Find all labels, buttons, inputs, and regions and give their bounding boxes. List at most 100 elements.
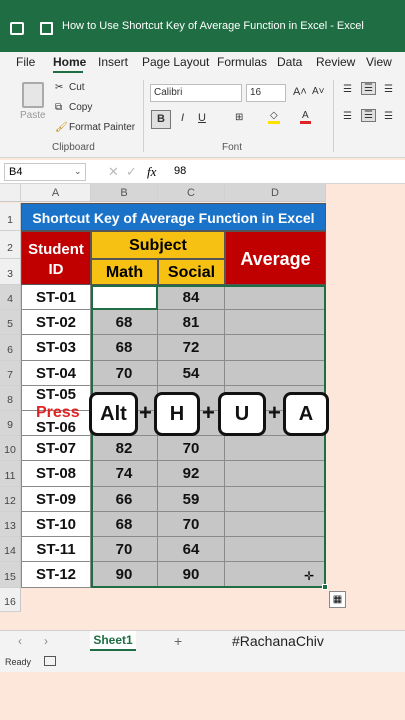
menu-home[interactable]: Home [53, 55, 86, 69]
row-header-7[interactable]: 7 [0, 361, 21, 386]
cell-average-8[interactable] [225, 461, 326, 487]
cell-student-8[interactable]: ST-08 [21, 461, 91, 487]
cell-social-4[interactable]: 54 [158, 361, 225, 386]
cell-math-2[interactable]: 68 [91, 310, 158, 335]
copy-button[interactable]: Copy [69, 102, 92, 113]
cell-average-1[interactable] [225, 285, 326, 310]
cell-social-8[interactable]: 92 [158, 461, 225, 487]
increase-font-icon[interactable]: A˄ [293, 86, 307, 98]
italic-button[interactable]: I [181, 112, 184, 124]
format-painter-icon[interactable]: 🖌 [55, 122, 68, 133]
cell-social-7[interactable]: 70 [158, 436, 225, 461]
row-header-3[interactable]: 3 [0, 259, 21, 285]
cell-average-10[interactable] [225, 512, 326, 537]
row-header-9[interactable]: 9 [0, 411, 21, 436]
cell-average-9[interactable] [225, 487, 326, 512]
select-all-corner[interactable] [0, 184, 21, 202]
cell-social-1[interactable]: 84 [158, 285, 225, 310]
cell-student-11[interactable]: ST-11 [21, 537, 91, 562]
font-color-icon[interactable]: A [300, 110, 311, 124]
quick-analysis-icon[interactable]: ▦ [329, 591, 346, 608]
prev-sheet-icon[interactable]: ‹ [18, 634, 22, 648]
cell-social-9[interactable]: 59 [158, 487, 225, 512]
cancel-icon[interactable]: ✕ [108, 164, 119, 180]
cell-math-3[interactable]: 68 [91, 335, 158, 361]
cell-average-7[interactable] [225, 436, 326, 461]
cell-social-2[interactable]: 81 [158, 310, 225, 335]
row-header-5[interactable]: 5 [0, 310, 21, 335]
row-header-1[interactable]: 1 [0, 203, 21, 231]
align-center-icon[interactable]: ☰ [361, 109, 376, 122]
cell-social-3[interactable]: 72 [158, 335, 225, 361]
decrease-font-icon[interactable]: A˅ [312, 86, 325, 97]
menu-view[interactable]: View [366, 55, 392, 69]
align-middle-icon[interactable]: ☰ [361, 82, 376, 95]
cut-button[interactable]: Cut [69, 82, 85, 93]
row-header-2[interactable]: 2 [0, 231, 21, 259]
menu-formulas[interactable]: Formulas [217, 55, 267, 69]
copy-icon[interactable]: ⧉ [55, 102, 62, 113]
cell-social-11[interactable]: 64 [158, 537, 225, 562]
column-header-c[interactable]: C [158, 184, 225, 202]
row-header-10[interactable]: 10 [0, 436, 21, 461]
bold-button[interactable]: B [151, 110, 171, 129]
cell-math-4[interactable]: 70 [91, 361, 158, 386]
menu-insert[interactable]: Insert [98, 55, 128, 69]
save-icon[interactable] [40, 22, 53, 35]
cell-student-4[interactable]: ST-04 [21, 361, 91, 386]
cell-math-12[interactable]: 90 [91, 562, 158, 588]
cell-student-1[interactable]: ST-01 [21, 285, 91, 310]
sheet-tab-sheet1[interactable]: Sheet1 [90, 631, 136, 651]
menu-data[interactable]: Data [277, 55, 302, 69]
font-name-select[interactable]: Calibri [150, 84, 242, 102]
column-header-b[interactable]: B [91, 184, 158, 202]
cell-student-3[interactable]: ST-03 [21, 335, 91, 361]
row-header-4[interactable]: 4 [0, 285, 21, 310]
cell-math-8[interactable]: 74 [91, 461, 158, 487]
row-header-13[interactable]: 13 [0, 512, 21, 537]
cell-student-9[interactable]: ST-09 [21, 487, 91, 512]
cell-math-7[interactable]: 82 [91, 436, 158, 461]
cell-student-7[interactable]: ST-07 [21, 436, 91, 461]
row-header-16[interactable]: 16 [0, 588, 21, 612]
fill-color-icon[interactable]: ◇ [268, 110, 280, 124]
underline-button[interactable]: U [198, 112, 206, 124]
formula-input[interactable]: 98 [174, 165, 186, 177]
cell-math-10[interactable]: 68 [91, 512, 158, 537]
name-box-dropdown-icon[interactable]: ⌄ [74, 166, 82, 177]
add-sheet-icon[interactable]: + [174, 633, 182, 649]
row-header-6[interactable]: 6 [0, 335, 21, 361]
font-size-select[interactable]: 16 [246, 84, 286, 102]
menu-page-layout[interactable]: Page Layout [142, 55, 209, 69]
fill-handle[interactable] [322, 584, 328, 590]
row-header-12[interactable]: 12 [0, 487, 21, 512]
menu-file[interactable]: File [16, 55, 35, 69]
cell-average-4[interactable] [225, 361, 326, 386]
cell-average-11[interactable] [225, 537, 326, 562]
row-header-11[interactable]: 11 [0, 461, 21, 487]
menu-review[interactable]: Review [316, 55, 355, 69]
align-left-icon[interactable]: ☰ [343, 111, 352, 122]
borders-icon[interactable]: ⊞ [235, 112, 243, 123]
cell-average-3[interactable] [225, 335, 326, 361]
cell-math-9[interactable]: 66 [91, 487, 158, 512]
cell-math-11[interactable]: 70 [91, 537, 158, 562]
row-header-14[interactable]: 14 [0, 537, 21, 562]
enter-icon[interactable]: ✓ [126, 164, 137, 180]
paste-button[interactable]: Paste [20, 110, 46, 121]
row-header-8[interactable]: 8 [0, 386, 21, 411]
cell-social-10[interactable]: 70 [158, 512, 225, 537]
cell-student-2[interactable]: ST-02 [21, 310, 91, 335]
active-cell-b4[interactable] [91, 285, 158, 310]
align-right-icon[interactable]: ☰ [384, 111, 393, 122]
next-sheet-icon[interactable]: › [44, 634, 48, 648]
align-top-icon[interactable]: ☰ [343, 84, 352, 95]
empty-row-16[interactable] [21, 588, 405, 630]
cell-student-10[interactable]: ST-10 [21, 512, 91, 537]
column-header-a[interactable]: A [21, 184, 91, 202]
insert-function-icon[interactable]: fx [147, 164, 156, 180]
cell-social-12[interactable]: 90 [158, 562, 225, 588]
cell-average-2[interactable] [225, 310, 326, 335]
cut-icon[interactable]: ✂ [55, 82, 63, 93]
align-bottom-icon[interactable]: ☰ [384, 84, 393, 95]
